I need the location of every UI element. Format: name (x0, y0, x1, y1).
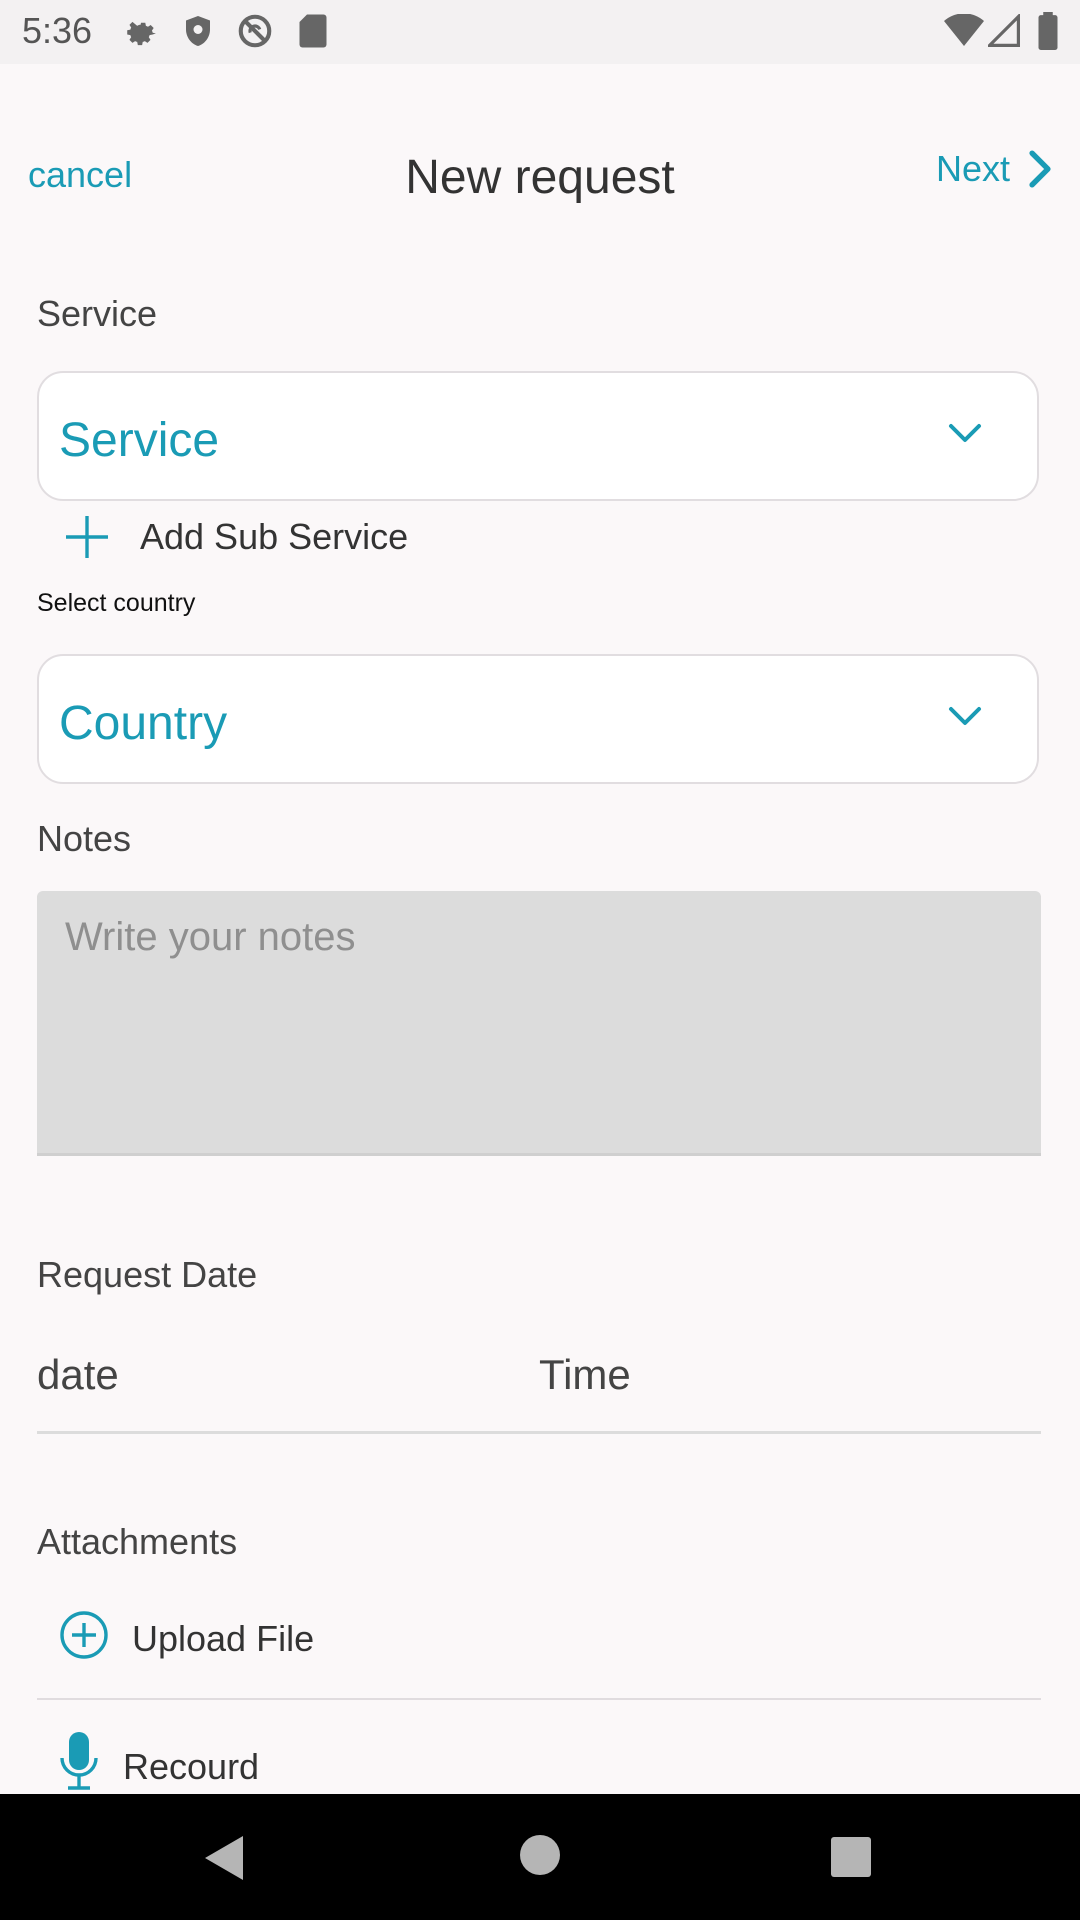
notes-section-label: Notes (37, 818, 132, 859)
page-title: New request (405, 151, 675, 204)
microphone-icon (60, 1732, 98, 1790)
chevron-down-icon (949, 707, 981, 725)
system-nav-bar (0, 1794, 1080, 1920)
country-dropdown-value: Country (59, 697, 228, 750)
attachments-label: Attachments (37, 1521, 238, 1562)
signal-icon (988, 14, 1020, 47)
status-time: 5:36 (22, 10, 93, 51)
wifi-icon (944, 14, 984, 46)
upload-file-label: Upload File (132, 1618, 315, 1659)
battery-icon (1038, 12, 1058, 50)
date-field[interactable]: date (37, 1351, 119, 1399)
sd-card-icon (299, 14, 327, 48)
upload-file-button[interactable]: Upload File (37, 1600, 1041, 1700)
notes-input[interactable]: Write your notes (37, 891, 1041, 1156)
record-label: Recourd (123, 1746, 260, 1787)
record-button[interactable]: Recourd (37, 1730, 1041, 1790)
request-date-row: date Time (37, 1345, 1041, 1434)
home-icon[interactable] (519, 1834, 561, 1876)
status-bar: 5:36 (0, 0, 1080, 64)
request-date-label: Request Date (37, 1254, 258, 1295)
shield-icon (186, 16, 210, 46)
country-dropdown[interactable]: Country (37, 654, 1039, 784)
notes-placeholder: Write your notes (65, 915, 356, 959)
next-button[interactable]: Next (936, 148, 1052, 190)
add-sub-service-label: Add Sub Service (140, 516, 409, 557)
recents-icon[interactable] (830, 1836, 872, 1878)
time-field[interactable]: Time (539, 1351, 631, 1399)
back-icon[interactable] (203, 1834, 249, 1882)
chevron-right-icon (1029, 150, 1051, 188)
add-sub-service-button[interactable]: Add Sub Service (64, 514, 408, 560)
service-dropdown-value: Service (59, 414, 220, 467)
no-sync-icon (238, 14, 272, 48)
header: cancel New request Next (0, 130, 1080, 226)
service-section-label: Service (37, 293, 158, 334)
next-label: Next (935, 148, 1010, 189)
plus-icon (66, 516, 108, 558)
chevron-down-icon (949, 424, 981, 442)
service-dropdown[interactable]: Service (37, 371, 1039, 501)
country-section-label: Select country (37, 589, 196, 617)
gear-icon (127, 21, 156, 46)
add-circle-icon (60, 1611, 108, 1659)
